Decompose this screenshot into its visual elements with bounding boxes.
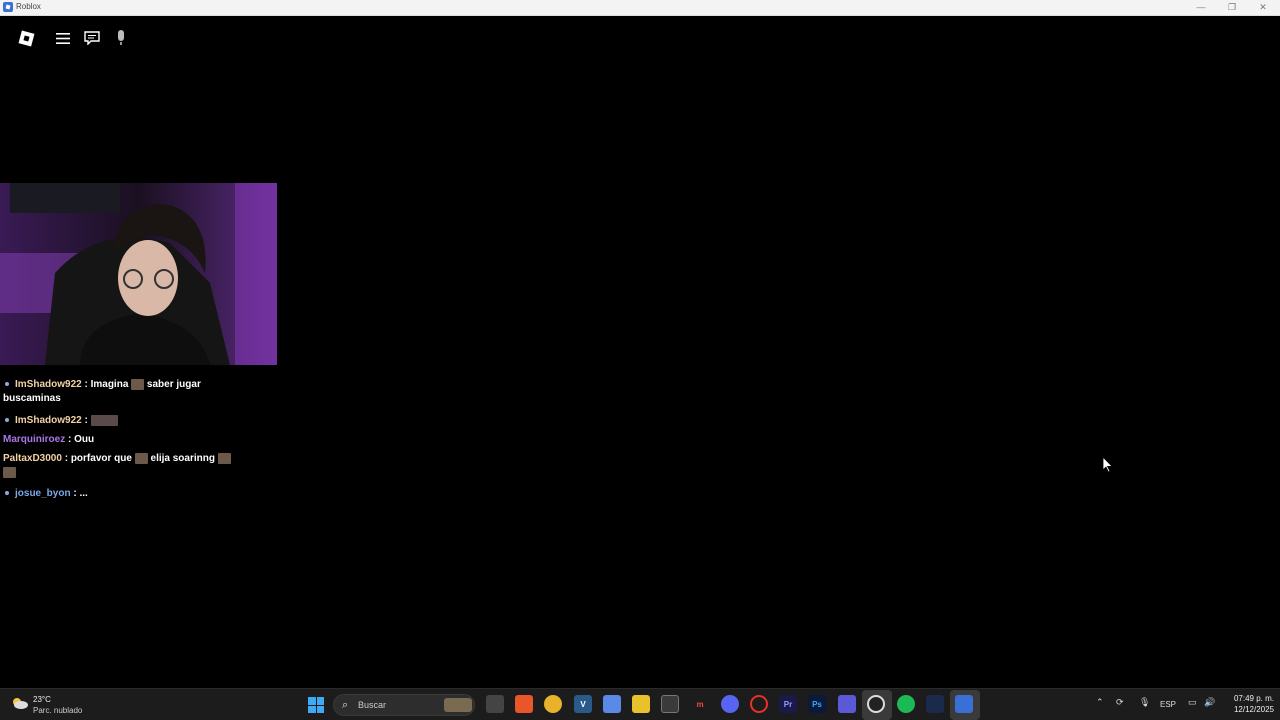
windows-logo-icon: [308, 697, 316, 705]
mega-app-icon[interactable]: m: [691, 695, 709, 713]
hamburger-icon: [56, 32, 70, 44]
chat-message: Marquiniroez : Ouu: [3, 433, 263, 447]
discord-icon[interactable]: [721, 695, 739, 713]
copilot-icon[interactable]: [603, 695, 621, 713]
weather-temp: 23°C: [33, 695, 51, 704]
chat-text: : Ouu: [65, 434, 95, 445]
window-titlebar: Roblox — ❐ ✕: [0, 0, 1280, 16]
mouse-cursor-icon: [1103, 457, 1113, 473]
show-hidden-icons-chevron-icon[interactable]: ⌃: [1096, 697, 1104, 708]
chat-message: ImShadow922 : Imagina saber jugar buscam…: [3, 378, 263, 406]
chrome-browser-icon[interactable]: [544, 695, 562, 713]
chat-username: PaltaxD3000: [3, 453, 62, 464]
microphone-tray-icon[interactable]: 🎙: [1139, 697, 1150, 708]
hamburger-menu-button[interactable]: [50, 25, 76, 51]
opera-browser-icon[interactable]: [750, 695, 768, 713]
chat-toggle-button[interactable]: [79, 25, 105, 51]
search-icon: ⌕: [342, 699, 349, 711]
chat-username: ImShadow922: [15, 415, 82, 426]
badge-icon: [5, 381, 9, 386]
vegas-app-icon[interactable]: V: [574, 695, 592, 713]
chat-text: : Imagina: [81, 379, 132, 390]
brave-browser-icon[interactable]: [515, 695, 533, 713]
roblox-logo-icon: [18, 30, 34, 46]
emote-icon: [131, 378, 145, 390]
taskbar-search[interactable]: ⌕ Buscar: [333, 694, 475, 716]
language-indicator[interactable]: ESP: [1160, 700, 1176, 709]
emote-icon: [217, 452, 231, 464]
spotify-icon[interactable]: [897, 695, 915, 713]
microsoft-store-icon[interactable]: [661, 695, 679, 713]
microphone-icon: [118, 30, 124, 45]
start-button[interactable]: [308, 697, 324, 713]
chat-message: PaltaxD3000 : porfavor que elija soarinn…: [3, 452, 263, 480]
badge-icon: [5, 490, 9, 495]
emote-icon: [134, 452, 148, 464]
chat-text: :: [81, 415, 91, 426]
task-view-icon[interactable]: [486, 695, 504, 713]
chat-message: josue_byon : ...: [3, 487, 263, 501]
weather-widget[interactable]: 23°C Parc. nublado: [10, 693, 110, 717]
eyes-emote-icon: [90, 414, 118, 426]
roblox-taskbar-icon[interactable]: [955, 695, 973, 713]
chat-text: saber jugar: [144, 379, 201, 390]
taskbar-clock[interactable]: 07:49 p. m. 12/12/2025: [1222, 693, 1274, 715]
chat-text: : porfavor que: [61, 453, 135, 464]
roblox-menu-button[interactable]: [13, 25, 39, 51]
emote-icon: [3, 466, 16, 478]
clock-date: 12/12/2025: [1233, 705, 1274, 714]
partly-cloudy-icon: [13, 698, 28, 709]
chat-username: ImShadow922: [15, 379, 82, 390]
roblox-app-icon: [3, 2, 13, 12]
chat-text: : ...: [70, 488, 88, 499]
chat-text: elija soarinng: [147, 453, 218, 464]
badge-icon: [5, 417, 9, 422]
search-highlight-image: [444, 698, 472, 712]
maximize-button[interactable]: ❐: [1217, 0, 1247, 15]
volume-icon[interactable]: 🔊: [1204, 697, 1215, 708]
photoshop-icon[interactable]: Ps: [808, 695, 826, 713]
voice-mic-button[interactable]: [108, 25, 134, 51]
chat-bubble-icon: [84, 31, 100, 45]
teams-icon[interactable]: [838, 695, 856, 713]
close-button[interactable]: ✕: [1248, 0, 1278, 15]
obs-studio-icon[interactable]: [867, 695, 885, 713]
search-label: Buscar: [358, 700, 387, 710]
streamer-webcam-image: [0, 183, 277, 365]
chat-username: josue_byon: [15, 488, 71, 499]
steam-icon[interactable]: [926, 695, 944, 713]
sync-icon[interactable]: ⟳: [1116, 697, 1124, 708]
minimize-button[interactable]: —: [1186, 0, 1216, 15]
weather-desc: Parc. nublado: [33, 706, 83, 715]
windows-taskbar: 23°C Parc. nublado ⌕ Buscar V m Pr Ps ⌃ …: [0, 688, 1280, 720]
network-icon[interactable]: ▭: [1188, 697, 1197, 708]
webcam-overlay: [0, 183, 277, 365]
chat-text: buscaminas: [3, 393, 61, 404]
chat-message: ImShadow922 :: [3, 414, 263, 428]
window-title: Roblox: [16, 2, 41, 11]
clock-time: 07:49 p. m.: [1233, 694, 1274, 703]
chat-username: Marquiniroez: [3, 434, 66, 445]
premiere-pro-icon[interactable]: Pr: [779, 695, 797, 713]
file-explorer-icon[interactable]: [632, 695, 650, 713]
